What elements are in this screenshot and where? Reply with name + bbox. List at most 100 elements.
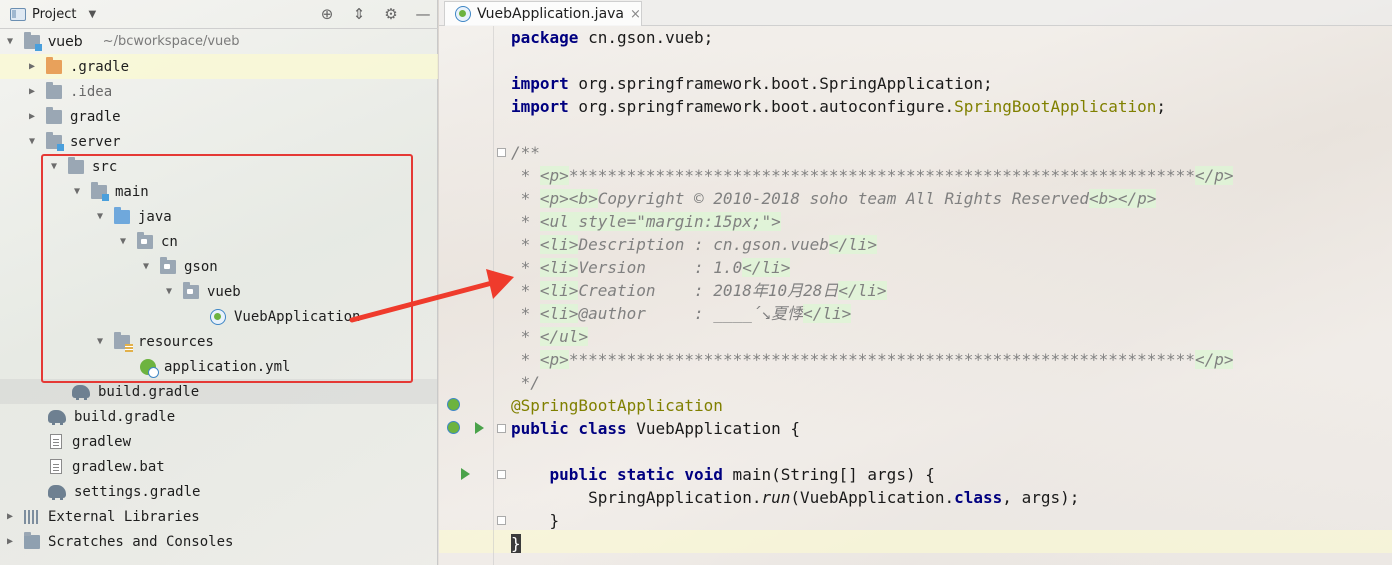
- code-comment: *: [511, 327, 540, 346]
- tree-item-label: .gradle: [70, 58, 130, 75]
- collapse-icon[interactable]: ⇕: [350, 5, 368, 23]
- code-line[interactable]: * <p><b>Copyright © 2010-2018 soho team …: [511, 187, 1157, 210]
- code-text: org.springframework.boot.SpringApplicati…: [568, 74, 993, 93]
- code-line[interactable]: }: [511, 509, 560, 532]
- code-comment-tag: <li>: [539, 258, 579, 277]
- tree-item-gradle[interactable]: ▶ gradle: [0, 104, 438, 129]
- tree-item-gradlew[interactable]: gradlew: [0, 429, 438, 454]
- tree-item-label: server: [70, 133, 121, 150]
- code-editor[interactable]: VuebApplication.java × package cn.gson.v…: [439, 0, 1392, 565]
- code-line[interactable]: /**: [511, 141, 540, 164]
- tree-item-label: External Libraries: [48, 508, 200, 525]
- collapsed-arrow-icon[interactable]: ▶: [4, 536, 16, 547]
- project-view-selector[interactable]: Project ▼: [10, 7, 96, 22]
- code-annotation: SpringBootApplication: [954, 97, 1157, 116]
- collapsed-arrow-icon[interactable]: ▶: [26, 111, 38, 122]
- code-line[interactable]: * <li>Version : 1.0</li>: [511, 256, 791, 279]
- code-line[interactable]: SpringApplication.run(VuebApplication.cl…: [511, 486, 1079, 509]
- target-icon[interactable]: ⊕: [318, 5, 336, 23]
- code-comment: Version : 1.0: [578, 258, 743, 277]
- gradle-icon: [72, 385, 90, 400]
- collapsed-arrow-icon[interactable]: ▶: [26, 86, 38, 97]
- spring-bean-gutter-icon[interactable]: [447, 398, 460, 411]
- code-comment: *: [511, 350, 540, 369]
- gear-icon[interactable]: ⚙: [382, 5, 400, 23]
- code-comment-tag: </li>: [742, 258, 791, 277]
- tree-item-gradlew-bat[interactable]: gradlew.bat: [0, 454, 438, 479]
- code-text: main(String[] args) {: [722, 465, 935, 484]
- code-comment: *: [511, 281, 540, 300]
- tree-item-server[interactable]: ▼ server: [0, 129, 438, 154]
- code-keyword: package: [511, 28, 579, 47]
- code-method: run: [761, 488, 791, 507]
- tab-label: VuebApplication.java: [477, 6, 625, 22]
- code-line[interactable]: @SpringBootApplication: [511, 394, 723, 417]
- tree-item-scratches[interactable]: ▶ Scratches and Consoles: [0, 529, 438, 554]
- gutter-separator: [493, 26, 494, 565]
- editor-tab-bar: VuebApplication.java ×: [439, 0, 1392, 26]
- tree-item-label: gradlew.bat: [72, 458, 165, 475]
- fold-icon[interactable]: [497, 516, 506, 525]
- code-comment: *: [511, 258, 540, 277]
- tree-item-label: gradle: [70, 108, 121, 125]
- spring-bean-gutter-icon[interactable]: [447, 421, 460, 434]
- code-line[interactable]: * <p>***********************************…: [511, 164, 1234, 187]
- tab-vueb-application-java[interactable]: VuebApplication.java ×: [444, 1, 642, 26]
- scratches-icon: [24, 531, 40, 549]
- tree-item-dot-gradle[interactable]: ▶ .gradle: [0, 54, 438, 79]
- code-text-cursor: }: [511, 534, 521, 553]
- code-comment: /**: [511, 143, 540, 162]
- tree-item-external-libraries[interactable]: ▶ External Libraries: [0, 504, 438, 529]
- code-keyword: import: [511, 97, 569, 116]
- collapsed-arrow-icon[interactable]: ▶: [4, 511, 16, 522]
- code-comment-tag: </li>: [828, 235, 878, 254]
- code-line[interactable]: package cn.gson.vueb;: [511, 26, 713, 49]
- code-comment: Creation : 2018年10月28日: [578, 281, 839, 300]
- project-panel-header: Project ▼ ⊕ ⇕ ⚙ —: [0, 0, 438, 29]
- code-keyword: class: [954, 488, 1003, 507]
- code-line[interactable]: * </ul>: [511, 325, 589, 348]
- folder-icon: [46, 106, 62, 124]
- expanded-arrow-icon[interactable]: ▼: [26, 136, 38, 147]
- code-line[interactable]: */: [511, 371, 540, 394]
- tree-item-settings-gradle[interactable]: settings.gradle: [0, 479, 438, 504]
- project-icon: [10, 7, 26, 21]
- code-text: ;: [1156, 97, 1167, 116]
- tree-item-label: Scratches and Consoles: [48, 533, 234, 550]
- code-line[interactable]: * <li>@author : ____´↘夏悸</li>: [511, 302, 852, 325]
- code-line[interactable]: * <li>Creation : 2018年10月28日</li>: [511, 279, 887, 302]
- code-text: VuebApplication {: [626, 419, 800, 438]
- run-icon[interactable]: [461, 468, 470, 480]
- code-line[interactable]: * <li>Description : cn.gson.vueb</li>: [511, 233, 878, 256]
- tree-item-label: build.gradle: [98, 383, 200, 400]
- code-line[interactable]: public static void main(String[] args) {: [511, 463, 935, 486]
- code-text: org.springframework.boot.autoconfigure.: [568, 97, 955, 116]
- module-folder-icon: [46, 131, 64, 151]
- tree-item-vueb-root[interactable]: ▼ vueb ~/bcworkspace/vueb: [0, 29, 438, 54]
- tree-item-build-gradle[interactable]: build.gradle: [0, 404, 438, 429]
- run-icon[interactable]: [475, 422, 484, 434]
- code-line[interactable]: public class VuebApplication {: [511, 417, 800, 440]
- code-comment: *: [511, 189, 540, 208]
- fold-icon[interactable]: [497, 148, 506, 157]
- code-text: SpringApplication.: [511, 488, 762, 507]
- fold-icon[interactable]: [497, 424, 506, 433]
- fold-icon[interactable]: [497, 470, 506, 479]
- chevron-down-icon[interactable]: ▼: [88, 9, 96, 20]
- code-comment-tag: <li>: [539, 235, 579, 254]
- code-comment: Description : cn.gson.vueb: [578, 235, 829, 254]
- code-line[interactable]: }: [511, 532, 521, 555]
- code-line[interactable]: import org.springframework.boot.autoconf…: [511, 95, 1166, 118]
- close-icon[interactable]: ×: [630, 7, 641, 22]
- code-keyword: public class: [511, 419, 627, 438]
- code-line[interactable]: * <ul style="margin:15px;">: [511, 210, 781, 233]
- project-panel-title: Project: [32, 6, 77, 22]
- tree-item-idea[interactable]: ▶ .idea: [0, 79, 438, 104]
- code-line[interactable]: * <p>***********************************…: [511, 348, 1234, 371]
- collapsed-arrow-icon[interactable]: ▶: [26, 61, 38, 72]
- minimize-icon[interactable]: —: [414, 5, 432, 23]
- expanded-arrow-icon[interactable]: ▼: [4, 36, 16, 47]
- code-comment-tag: <p><b>: [539, 189, 598, 208]
- code-line[interactable]: import org.springframework.boot.SpringAp…: [511, 72, 993, 95]
- spring-boot-class-icon: [455, 6, 471, 22]
